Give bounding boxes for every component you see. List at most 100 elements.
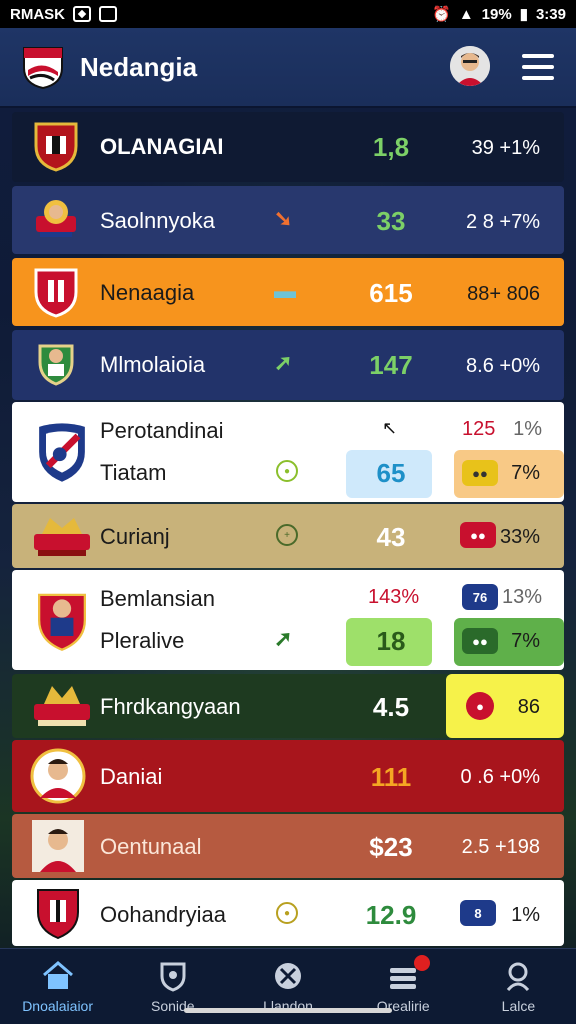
alarm-icon: ⏰ xyxy=(432,6,451,23)
user-avatar[interactable] xyxy=(450,46,490,86)
team-name: Perotandinai xyxy=(100,418,224,443)
trend-flat-icon: ▬ xyxy=(274,278,296,303)
team-score: 65 xyxy=(376,458,406,488)
team-crest-icon xyxy=(39,423,85,482)
notification-icon xyxy=(73,6,91,22)
top-value: 143% xyxy=(368,586,420,608)
nav-label: Lalce xyxy=(501,997,536,1014)
team-score: 12.9 xyxy=(365,900,417,930)
badge-icon: ●● xyxy=(460,522,496,548)
team-name: Mlmolaioia xyxy=(100,352,206,377)
team-change: 7% xyxy=(511,630,540,652)
ball-icon xyxy=(275,962,301,989)
team-change: 88+ 806 xyxy=(467,283,540,305)
nav-label: Dnoalaiaior xyxy=(22,997,94,1014)
team-change: 0 .6 +0% xyxy=(460,766,540,788)
battery-level: 19% xyxy=(481,5,512,23)
team-score: 18 xyxy=(376,626,406,656)
team-crest-icon xyxy=(34,268,78,318)
clock: 3:39 xyxy=(535,5,566,23)
team-name: Bemlansian xyxy=(100,586,215,611)
team-name: Saolnnyoka xyxy=(100,208,215,233)
team-name: OLANAGIAI xyxy=(100,134,224,159)
team-change: 8.6 +0% xyxy=(466,355,540,377)
list-item[interactable]: Perotandinai Tiatam ↖ 125 1% ● 65 ●● 7% xyxy=(12,402,564,502)
trend-up-icon: ➚ xyxy=(274,350,293,375)
trend-up-icon: ➚ xyxy=(274,626,293,651)
team-crest-icon xyxy=(34,686,90,726)
team-name: Nenaagia xyxy=(100,280,195,305)
list-item[interactable]: Saolnnyoka ➘ 33 2 8 +7% xyxy=(12,186,564,254)
profile-avatar-icon xyxy=(450,46,490,86)
team-crest-icon xyxy=(36,200,76,237)
team-score: 1,8 xyxy=(372,132,410,162)
top-change: 13% xyxy=(501,586,542,608)
team-change: 39 +1% xyxy=(471,137,540,159)
team-crest-icon xyxy=(34,122,78,172)
trend-down-icon: ➘ xyxy=(274,206,293,231)
team-score: 615 xyxy=(369,278,413,308)
rank-badge: 76 xyxy=(462,584,498,610)
search-icon xyxy=(507,962,530,991)
status-bar: RMASK ⏰ ▲ 19% ▮ 3:39 xyxy=(0,0,576,28)
list-item[interactable]: Daniai 111 0 .6 +0% xyxy=(12,740,564,812)
team-crest-icon xyxy=(30,748,86,804)
team-name: Oohandryiaa xyxy=(100,902,226,927)
team-change: 2.5 +198 xyxy=(461,836,540,858)
team-score: 147 xyxy=(369,350,413,380)
team-crest-icon xyxy=(38,344,74,386)
list-item[interactable]: Bemlansian Pleralive 143% 76 13% ➚ 18 ●●… xyxy=(12,570,564,670)
nav-search[interactable]: Lalce xyxy=(461,949,576,1024)
team-score: 111 xyxy=(370,762,412,792)
app-title: Nedangia xyxy=(80,51,198,82)
change-chip xyxy=(446,674,564,738)
nav-home[interactable]: Dnoalaiaior xyxy=(0,949,115,1024)
team-crest-icon xyxy=(34,518,90,556)
team-change: 33% xyxy=(499,526,540,548)
badge-icon: ●● xyxy=(462,628,498,654)
team-score: 33 xyxy=(376,206,406,236)
list-item[interactable]: Oohandryiaa ● 12.9 8 1% xyxy=(12,880,564,946)
screenshot-icon xyxy=(99,6,117,22)
clock-icon: ● xyxy=(276,902,298,924)
team-score: 43 xyxy=(376,522,406,552)
carrier-label: RMASK xyxy=(10,5,65,23)
list-item[interactable]: Curianj + 43 ●● 33% xyxy=(12,504,564,568)
team-crest-icon xyxy=(38,593,86,651)
badge-icon: ●● xyxy=(462,460,498,486)
team-crest-icon xyxy=(37,889,79,940)
rank-badge: 8 xyxy=(460,900,496,926)
notification-dot xyxy=(413,955,430,971)
arrow-icon: ↖ xyxy=(382,418,398,438)
team-change: 7% xyxy=(511,462,540,484)
battery-icon: ▮ xyxy=(519,6,528,23)
team-subname: Pleralive xyxy=(100,628,185,653)
app-logo-icon xyxy=(23,47,63,90)
home-icon xyxy=(42,960,73,989)
list-item[interactable]: Fhrdkangyaan 4.5 ● 86 xyxy=(12,674,564,738)
team-name: Fhrdkangyaan xyxy=(100,694,241,719)
home-indicator[interactable] xyxy=(184,1008,392,1013)
wifi-icon: ▲ xyxy=(458,5,474,23)
team-name: Curianj xyxy=(100,524,170,549)
top-value: 125 xyxy=(462,418,496,440)
list-item[interactable]: Mlmolaioia ➚ 147 8.6 +0% xyxy=(12,330,564,400)
top-change: 1% xyxy=(513,418,542,440)
list-item[interactable]: Oentunaal $23 2.5 +198 xyxy=(12,814,564,878)
team-change: 2 8 +7% xyxy=(466,211,540,233)
team-change: 1% xyxy=(511,904,540,926)
clock-icon: ● xyxy=(276,460,298,482)
team-score: $23 xyxy=(369,832,413,862)
team-crest-icon xyxy=(32,820,84,872)
badge-icon: ● xyxy=(466,692,494,720)
team-name: Daniai xyxy=(100,764,163,789)
team-change: 86 xyxy=(517,696,540,718)
team-score: 4.5 xyxy=(372,692,410,722)
team-name: Oentunaal xyxy=(100,834,202,859)
list-item[interactable]: Nenaagia ▬ 615 88+ 806 xyxy=(12,258,564,326)
list-item[interactable]: OLANAGIAI 1,8 39 +1% xyxy=(12,112,564,182)
hamburger-menu-button[interactable] xyxy=(522,54,554,80)
team-subname: Tiatam xyxy=(100,460,167,485)
shield-icon xyxy=(160,962,186,992)
app-bar: Nedangia xyxy=(0,28,576,108)
